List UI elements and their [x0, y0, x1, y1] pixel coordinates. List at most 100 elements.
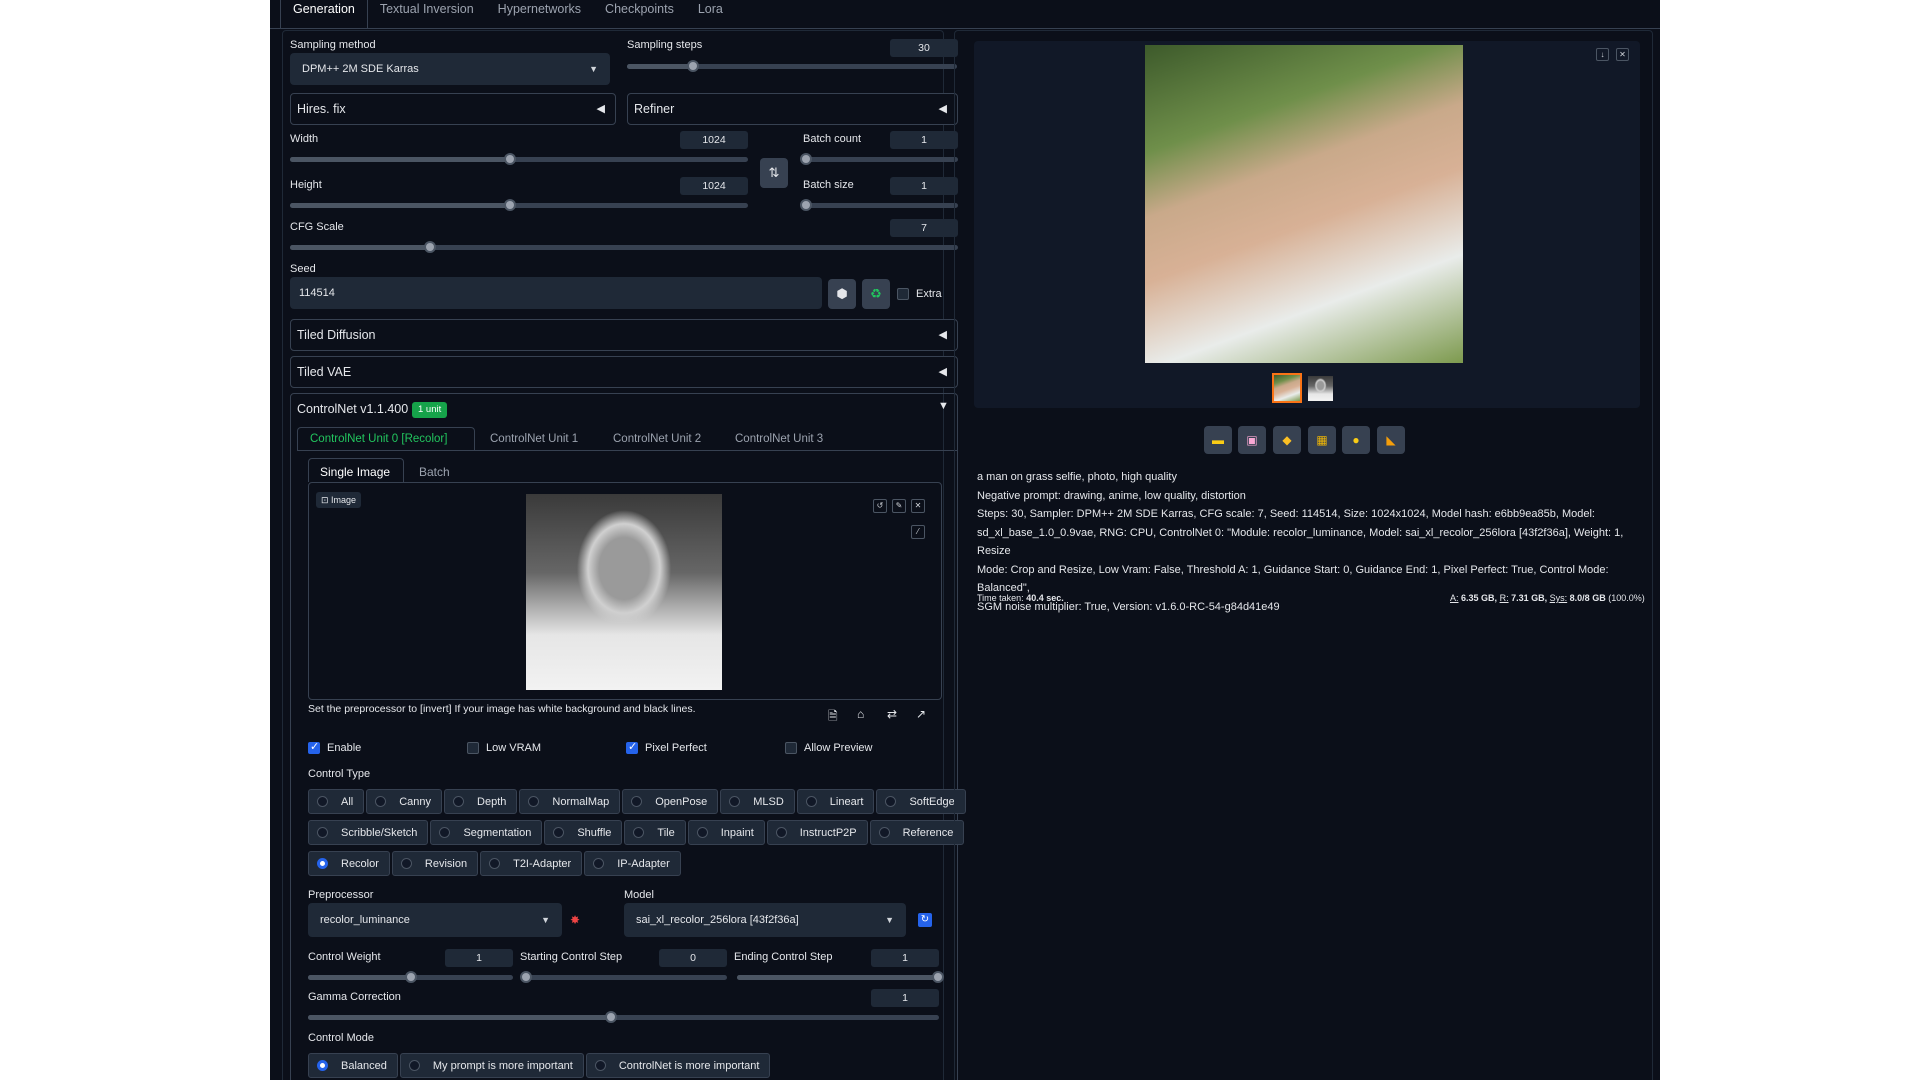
extra-seed-checkbox[interactable] [897, 288, 909, 300]
control-type-recolor[interactable]: Recolor [308, 851, 390, 876]
control-type-tile[interactable]: Tile [624, 820, 686, 845]
allow-preview-checkbox[interactable] [785, 742, 797, 754]
control-type-all[interactable]: All [308, 789, 365, 814]
reuse-seed-button[interactable]: ♻ [862, 279, 890, 309]
camera-icon[interactable]: ⌂ [857, 707, 864, 721]
new-canvas-icon[interactable]: 🗎 [828, 707, 838, 728]
tab-textual-inversion[interactable]: Textual Inversion [368, 0, 486, 28]
starting-step-slider[interactable] [520, 971, 727, 983]
control-type-normalmap[interactable]: NormalMap [519, 789, 621, 814]
swap-icon[interactable]: ⇄ [887, 707, 897, 721]
control-type-t2i-adapter[interactable]: T2I-Adapter [480, 851, 583, 876]
hires-fix-accordion[interactable]: Hires. fix ◀ [290, 93, 616, 125]
brush-icon[interactable]: ⁄ [911, 525, 925, 539]
control-mode-prompt[interactable]: My prompt is more important [399, 1053, 584, 1078]
height-slider[interactable] [290, 199, 748, 211]
download-icon[interactable]: ↓ [1596, 48, 1609, 61]
sampling-method-dropdown[interactable]: DPM++ 2M SDE Karras ▼ [290, 53, 610, 85]
batch-size-input[interactable]: 1 [890, 177, 958, 195]
close-icon[interactable]: ✕ [1616, 48, 1629, 61]
control-type-shuffle[interactable]: Shuffle [544, 820, 623, 845]
send-to-inpaint-button[interactable]: ● [1342, 426, 1370, 454]
tab-checkpoints[interactable]: Checkpoints [593, 0, 686, 28]
pixel-perfect-checkbox[interactable] [626, 740, 638, 754]
starting-step-input[interactable]: 0 [659, 949, 727, 967]
control-type-segmentation[interactable]: Segmentation [430, 820, 543, 845]
radio-dot [631, 796, 643, 807]
send-to-extras-button[interactable]: ◣ [1377, 426, 1405, 454]
thumbnail-color[interactable] [1272, 373, 1302, 403]
control-type-lineart[interactable]: Lineart [796, 789, 875, 814]
cfg-scale-input[interactable]: 7 [890, 219, 958, 237]
control-mode-label-prompt: My prompt is more important [432, 1059, 573, 1072]
control-type-softedge[interactable]: SoftEdge [876, 789, 966, 814]
control-type-label: SoftEdge [909, 795, 955, 808]
low-vram-checkbox[interactable] [467, 742, 479, 754]
collapse-arrow-icon: ◀ [938, 366, 947, 378]
gamma-input[interactable]: 1 [871, 989, 939, 1007]
control-type-instructp2p[interactable]: InstructP2P [766, 820, 868, 845]
control-type-scribble-sketch[interactable]: Scribble/Sketch [308, 820, 429, 845]
tab-generation[interactable]: Generation [280, 0, 368, 28]
unit-count-badge: 1 unit [412, 402, 448, 418]
ending-step-input[interactable]: 1 [871, 949, 939, 967]
sampling-steps-slider[interactable] [627, 60, 957, 72]
cfg-scale-slider[interactable] [290, 241, 958, 253]
control-type-ip-adapter[interactable]: IP-Adapter [584, 851, 681, 876]
run-preprocessor-icon[interactable]: ✸ [570, 913, 580, 927]
tab-lora[interactable]: Lora [686, 0, 735, 28]
ending-step-slider[interactable] [737, 971, 944, 983]
preprocessor-dropdown[interactable]: recolor_luminance ▼ [308, 903, 562, 937]
tab-hypernetworks[interactable]: Hypernetworks [486, 0, 593, 28]
tab-controlnet-unit-2[interactable]: ControlNet Unit 2 [613, 433, 701, 445]
tab-controlnet-unit-1[interactable]: ControlNet Unit 1 [490, 433, 578, 445]
edit-icon[interactable]: ✎ [892, 499, 906, 513]
control-type-canny[interactable]: Canny [366, 789, 443, 814]
sampling-steps-input[interactable]: 30 [890, 39, 958, 57]
close-icon[interactable]: ✕ [911, 499, 925, 513]
tiled-diffusion-accordion[interactable]: Tiled Diffusion ◀ [290, 319, 958, 351]
refiner-accordion[interactable]: Refiner ◀ [627, 93, 958, 125]
control-type-mlsd[interactable]: MLSD [720, 789, 795, 814]
send-dimensions-icon[interactable]: ↗ [916, 707, 926, 721]
send-to-img2img-button[interactable]: ▦ [1308, 426, 1336, 454]
radio-dot [317, 827, 328, 838]
width-slider[interactable] [290, 153, 748, 165]
width-input[interactable]: 1024 [680, 131, 748, 149]
tab-controlnet-unit-3[interactable]: ControlNet Unit 3 [735, 433, 823, 445]
control-type-revision[interactable]: Revision [391, 851, 479, 876]
control-type-label: Depth [477, 795, 507, 808]
open-folder-button[interactable]: ▬ [1204, 426, 1232, 454]
control-weight-slider[interactable] [308, 971, 513, 983]
expand-arrow-icon[interactable]: ▼ [938, 400, 949, 412]
tiled-vae-accordion[interactable]: Tiled VAE ◀ [290, 356, 958, 388]
controlnet-input-image [526, 494, 722, 690]
control-type-inpaint[interactable]: Inpaint [687, 820, 765, 845]
control-mode-controlnet[interactable]: ControlNet is more important [585, 1053, 771, 1078]
batch-count-slider[interactable] [800, 153, 958, 165]
control-type-openpose[interactable]: OpenPose [622, 789, 719, 814]
gamma-slider[interactable] [308, 1011, 939, 1023]
palette-icon: ● [1352, 433, 1360, 447]
batch-count-input[interactable]: 1 [890, 131, 958, 149]
control-type-reference[interactable]: Reference [869, 820, 965, 845]
refresh-models-icon[interactable]: ↻ [918, 913, 932, 927]
controlnet-title[interactable]: ControlNet v1.1.400 [297, 402, 408, 416]
seed-input[interactable]: 114514 [290, 277, 822, 309]
random-seed-button[interactable]: ⬢ [828, 279, 856, 309]
control-type-depth[interactable]: Depth [444, 789, 518, 814]
model-dropdown[interactable]: sai_xl_recolor_256lora [43f2f36a] ▼ [624, 903, 906, 937]
batch-size-slider[interactable] [800, 199, 958, 211]
thumbnail-bw[interactable] [1308, 376, 1333, 401]
control-mode-balanced[interactable]: Balanced [308, 1053, 398, 1078]
save-button[interactable]: ▣ [1238, 426, 1266, 454]
output-image[interactable] [1145, 45, 1463, 363]
enable-checkbox[interactable] [308, 740, 320, 754]
swap-dimensions-button[interactable]: ⇅ [760, 158, 788, 188]
control-weight-input[interactable]: 1 [445, 949, 513, 967]
undo-icon[interactable]: ↺ [873, 499, 887, 513]
tab-batch[interactable]: Batch [419, 465, 450, 479]
zip-button[interactable]: ◆ [1273, 426, 1301, 454]
radio-dot [400, 858, 412, 869]
height-input[interactable]: 1024 [680, 177, 748, 195]
